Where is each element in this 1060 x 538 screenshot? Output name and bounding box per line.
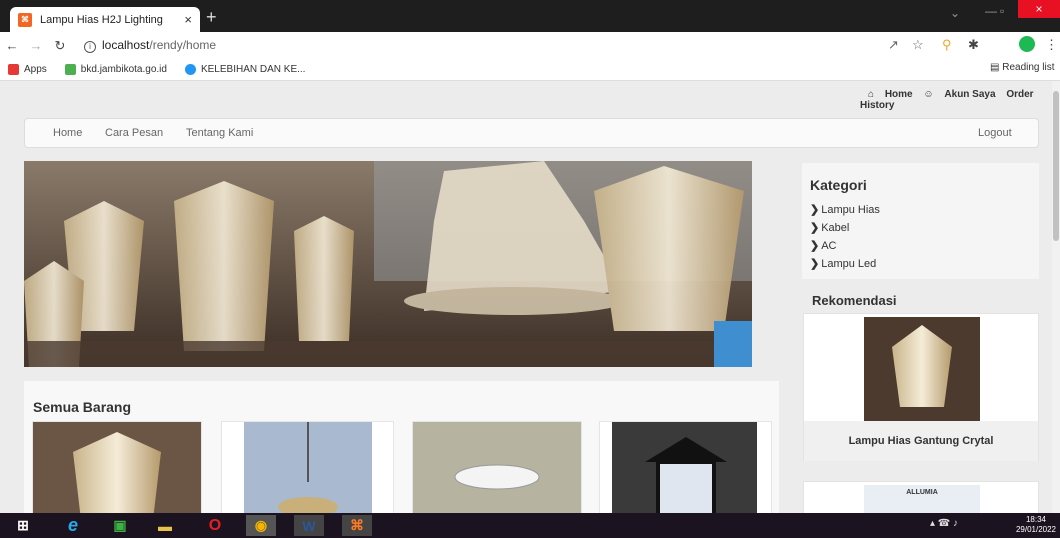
minimize-button[interactable]: —	[985, 4, 997, 18]
category-label: Lampu Led	[821, 258, 877, 270]
page-scrollbar[interactable]	[1052, 81, 1060, 513]
puzzle-extensions-icon[interactable]: ✱	[968, 37, 979, 53]
back-icon[interactable]: ←	[0, 38, 24, 53]
reading-list[interactable]: ▤ Reading list	[990, 62, 1055, 73]
category-label: Lampu Hias	[821, 204, 880, 216]
maximize-button[interactable]: ▫	[1000, 4, 1004, 18]
recommendation-brand: ALLUMIA	[864, 485, 980, 513]
info-icon[interactable]: i	[84, 41, 96, 53]
internet-explorer-icon[interactable]: e	[58, 515, 88, 536]
category-item[interactable]: ❯ Lampu Hias	[810, 203, 880, 216]
profile-avatar[interactable]	[1019, 36, 1035, 52]
clock-time: 18:34	[1025, 515, 1047, 524]
bookmark-label: KELEBIHAN DAN KE...	[200, 64, 306, 75]
system-tray[interactable]: ▴ ☎ ♪	[930, 518, 958, 529]
chevron-right-icon: ❯	[810, 204, 820, 216]
recommendation-title: Rekomendasi	[812, 293, 897, 308]
category-label: AC	[821, 240, 837, 252]
product-card[interactable]	[221, 421, 394, 513]
category-item[interactable]: ❯ Kabel	[810, 221, 849, 234]
top-home-link[interactable]: ⌂ Home	[868, 89, 913, 100]
url-path: /rendy/home	[149, 38, 217, 52]
hero-banner-image	[24, 161, 752, 367]
store-icon[interactable]: ▣	[105, 515, 135, 536]
product-card[interactable]	[599, 421, 772, 513]
top-home-label: Home	[884, 89, 913, 100]
extension-icon[interactable]: ⚲	[942, 37, 952, 53]
category-panel: Kategori ❯ Lampu Hias ❯ Kabel ❯ AC ❯ Lampu L…	[802, 163, 1039, 279]
menu-dots-icon[interactable]: ⋮	[1045, 37, 1058, 53]
chevron-right-icon: ❯	[810, 258, 820, 270]
bookmark-kelebihan[interactable]: KELEBIHAN DAN KE...	[184, 64, 306, 75]
top-account-link[interactable]: ☺ Akun Saya	[923, 89, 995, 100]
category-item[interactable]: ❯ AC	[810, 239, 837, 252]
main-navbar: Home Cara Pesan Tentang Kami Logout	[24, 118, 1039, 148]
recommendation-card[interactable]: ALLUMIA	[803, 481, 1039, 513]
product-image-pendant	[244, 422, 372, 513]
chandelier-photo	[24, 161, 752, 367]
bookmark-bkd[interactable]: bkd.jambikota.go.id	[64, 64, 167, 75]
windows-start-icon[interactable]: ⊞	[8, 515, 38, 536]
product-image-chandelier	[33, 422, 201, 513]
nav-home[interactable]: Home	[53, 127, 82, 139]
recommendation-card[interactable]: Lampu Hias Gantung Crytal	[803, 313, 1039, 461]
chevron-right-icon: ❯	[810, 240, 820, 252]
recommendation-name[interactable]: Lampu Hias Gantung Crytal	[804, 421, 1038, 461]
category-title: Kategori	[810, 177, 867, 193]
site-icon	[64, 64, 76, 75]
nav-cara-pesan[interactable]: Cara Pesan	[105, 127, 163, 139]
product-image-lantern	[612, 422, 757, 513]
chevron-right-icon: ❯	[810, 222, 820, 234]
word-icon[interactable]: W	[294, 515, 324, 536]
recommendation-image	[864, 317, 980, 421]
bookmark-label: bkd.jambikota.go.id	[80, 64, 167, 75]
bookmark-star-icon[interactable]: ☆	[912, 37, 924, 53]
product-card[interactable]	[32, 421, 202, 513]
new-tab-button[interactable]: +	[206, 7, 217, 28]
web-page: ⌂ Home ☺ Akun Saya Order History Home Ca…	[0, 81, 1052, 513]
bookmark-apps[interactable]: Apps	[8, 64, 47, 75]
nav-logout[interactable]: Logout	[978, 127, 1012, 139]
window-close-button[interactable]: ×	[1018, 0, 1060, 18]
file-explorer-icon[interactable]: ▬	[150, 515, 180, 536]
xampp-favicon-icon: ⌘	[18, 12, 32, 27]
top-links: ⌂ Home ☺ Akun Saya Order History	[860, 89, 1052, 111]
category-label: Kabel	[821, 222, 850, 234]
nav-tentang-kami[interactable]: Tentang Kami	[186, 127, 253, 139]
reload-icon[interactable]: ↻	[48, 38, 72, 54]
share-icon[interactable]: ↗	[888, 37, 899, 53]
tab-close-icon[interactable]: ×	[184, 12, 192, 27]
scrollbar-thumb[interactable]	[1053, 91, 1059, 241]
address-toolbar: ← → ↻ i localhost/rendy/home	[0, 32, 1060, 59]
bookmark-label: Apps	[24, 64, 47, 75]
tab-search-icon[interactable]: ⌄	[950, 6, 960, 20]
reading-list-label: Reading list	[1002, 62, 1055, 73]
tab-title: Lampu Hias H2J Lighting	[40, 13, 163, 26]
section-title: Semua Barang	[33, 399, 132, 415]
chrome-icon[interactable]: ◉	[246, 515, 276, 536]
address-bar[interactable]: i localhost/rendy/home	[84, 38, 216, 53]
clock-date: 29/01/2022	[1015, 525, 1057, 534]
opera-icon[interactable]: O	[200, 515, 230, 536]
url-host: localhost	[102, 38, 150, 52]
forward-icon[interactable]: →	[24, 38, 48, 53]
wordpress-icon	[184, 64, 196, 75]
bookmarks-bar: Apps bkd.jambikota.go.id KELEBIHAN DAN K…	[0, 59, 1060, 81]
xampp-icon[interactable]: ⌘	[342, 515, 372, 536]
browser-tab[interactable]: ⌘ Lampu Hias H2J Lighting ×	[10, 7, 200, 32]
product-card[interactable]	[412, 421, 582, 513]
taskbar-clock[interactable]: 18:34 29/01/2022	[1014, 515, 1058, 535]
product-image-ceiling-lamp	[413, 422, 581, 513]
top-account-label: Akun Saya	[944, 89, 996, 100]
category-item[interactable]: ❯ Lampu Led	[810, 257, 876, 270]
apps-grid-icon	[8, 64, 19, 75]
